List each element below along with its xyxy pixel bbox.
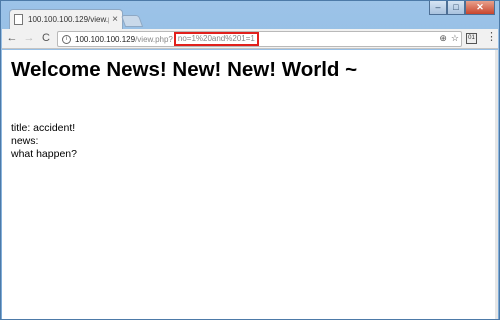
url-query-highlight: no=1%20and%201=1 (173, 32, 259, 46)
url-text[interactable]: 100.100.100.129 /view.php? no=1%20and%20… (75, 32, 259, 46)
page-content: Welcome News! New! New! World ~ title: a… (2, 50, 498, 319)
window-controls: – □ ✕ (429, 1, 495, 15)
news-article: title: accident! news: what happen? (11, 122, 77, 161)
tab-close-icon[interactable]: × (112, 14, 118, 25)
minimize-button[interactable]: – (429, 1, 447, 15)
omnibox-actions: ⊕ ☆ (439, 33, 459, 44)
page-icon (14, 14, 23, 25)
menu-icon[interactable]: ⋮ (486, 32, 497, 43)
back-arrow-icon[interactable]: ← (5, 33, 19, 44)
url-path: /view.php? (135, 34, 173, 44)
tab-title: 100.100.100.129/view.ph (28, 15, 110, 24)
browser-tab[interactable]: 100.100.100.129/view.ph × (9, 9, 123, 29)
article-title: title: accident! (11, 122, 76, 134)
zoom-icon[interactable]: ⊕ (439, 33, 447, 44)
browser-toolbar: ← → C i 100.100.100.129 /view.php? no=1%… (2, 29, 498, 49)
extension-icon[interactable]: 01 (466, 33, 477, 44)
article-news-label: news: (11, 135, 39, 147)
info-icon[interactable]: i (62, 34, 71, 44)
article-body: what happen? (11, 148, 77, 160)
new-tab-button[interactable] (120, 15, 144, 27)
close-window-button[interactable]: ✕ (465, 1, 495, 15)
scrollbar[interactable] (495, 50, 498, 319)
forward-arrow-icon[interactable]: → (22, 33, 36, 44)
page-heading: Welcome News! New! New! World ~ (11, 58, 358, 81)
reload-icon[interactable]: C (39, 33, 53, 44)
maximize-button[interactable]: □ (447, 1, 465, 15)
address-bar[interactable]: i 100.100.100.129 /view.php? no=1%20and%… (57, 31, 462, 47)
browser-window: 100.100.100.129/view.ph × – □ ✕ ← → C i … (0, 0, 500, 320)
bookmark-star-icon[interactable]: ☆ (451, 33, 459, 44)
url-host: 100.100.100.129 (75, 34, 136, 44)
